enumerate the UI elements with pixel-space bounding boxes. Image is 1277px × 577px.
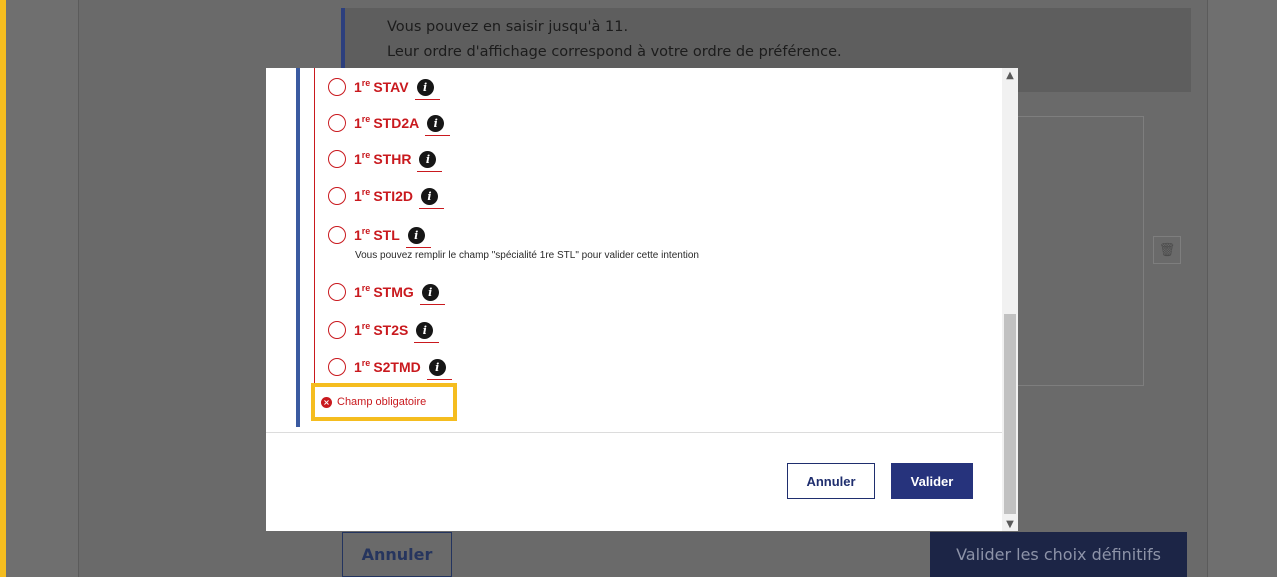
radio-button[interactable] bbox=[328, 150, 346, 168]
modal-scrollbar[interactable]: ▲ ▼ bbox=[1002, 68, 1018, 531]
info-line-1: Vous pouvez en saisir jusqu'à 11. bbox=[387, 19, 629, 35]
option-stl[interactable]: 1 re STL i bbox=[328, 224, 431, 248]
cancel-button[interactable]: Annuler bbox=[787, 463, 875, 499]
option-stmg[interactable]: 1 re STMG i bbox=[328, 281, 445, 305]
focus-bar bbox=[0, 0, 6, 577]
radio-button[interactable] bbox=[328, 78, 346, 96]
info-icon[interactable]: i bbox=[425, 114, 451, 136]
radio-button[interactable] bbox=[328, 358, 346, 376]
option-label[interactable]: 1 re ST2S bbox=[354, 321, 408, 338]
radio-button[interactable] bbox=[328, 226, 346, 244]
radio-button[interactable] bbox=[328, 114, 346, 132]
option-label[interactable]: 1 re STAV bbox=[354, 78, 409, 95]
info-icon[interactable]: i bbox=[414, 321, 440, 343]
option-st2s[interactable]: 1 re ST2S i bbox=[328, 319, 440, 343]
info-line-2: Leur ordre d'affichage correspond à votr… bbox=[387, 44, 842, 60]
error-message: × Champ obligatoire bbox=[311, 383, 457, 421]
info-icon[interactable]: i bbox=[405, 226, 431, 248]
page-cancel-button[interactable]: Annuler bbox=[342, 532, 452, 577]
option-label[interactable]: 1 re STI2D bbox=[354, 187, 413, 204]
modal-dialog: ▲ ▼ 1 re STAV i 1 re STD2A i 1 re STHR i 1 re ST… bbox=[266, 68, 1018, 531]
stl-hint-text: Vous pouvez remplir le champ "spécialité… bbox=[355, 250, 699, 261]
info-icon[interactable]: i bbox=[426, 358, 452, 380]
option-sti2d[interactable]: 1 re STI2D i bbox=[328, 185, 444, 209]
option-label[interactable]: 1 re STMG bbox=[354, 283, 414, 300]
option-s2tmd[interactable]: 1 re S2TMD i bbox=[328, 356, 452, 380]
scroll-down-icon[interactable]: ▼ bbox=[1002, 517, 1018, 531]
info-icon[interactable]: i bbox=[414, 78, 440, 100]
error-rule bbox=[314, 68, 315, 416]
radio-button[interactable] bbox=[328, 321, 346, 339]
option-std2a[interactable]: 1 re STD2A i bbox=[328, 112, 451, 136]
scrollbar-thumb[interactable] bbox=[1004, 314, 1016, 514]
validate-button[interactable]: Valider bbox=[891, 463, 973, 499]
page-validate-button[interactable]: Valider les choix définitifs bbox=[930, 532, 1187, 577]
trash-icon[interactable]: 🗑 bbox=[1153, 236, 1181, 264]
scroll-up-icon[interactable]: ▲ bbox=[1002, 68, 1018, 82]
info-icon[interactable]: i bbox=[419, 187, 444, 209]
error-icon: × bbox=[321, 396, 332, 408]
radio-button[interactable] bbox=[328, 187, 346, 205]
option-stav[interactable]: 1 re STAV i bbox=[328, 76, 440, 100]
footer-divider bbox=[266, 432, 1002, 433]
option-label[interactable]: 1 re S2TMD bbox=[354, 358, 421, 375]
info-icon[interactable]: i bbox=[419, 283, 445, 305]
option-label[interactable]: 1 re STHR bbox=[354, 150, 411, 167]
radio-button[interactable] bbox=[328, 283, 346, 301]
option-sthr[interactable]: 1 re STHR i bbox=[328, 148, 443, 172]
option-label[interactable]: 1 re STD2A bbox=[354, 114, 419, 131]
option-label[interactable]: 1 re STL bbox=[354, 226, 400, 243]
info-icon[interactable]: i bbox=[417, 150, 443, 172]
error-text: Champ obligatoire bbox=[337, 396, 427, 408]
choice-card bbox=[1005, 116, 1144, 386]
fieldset-rule bbox=[296, 68, 300, 427]
